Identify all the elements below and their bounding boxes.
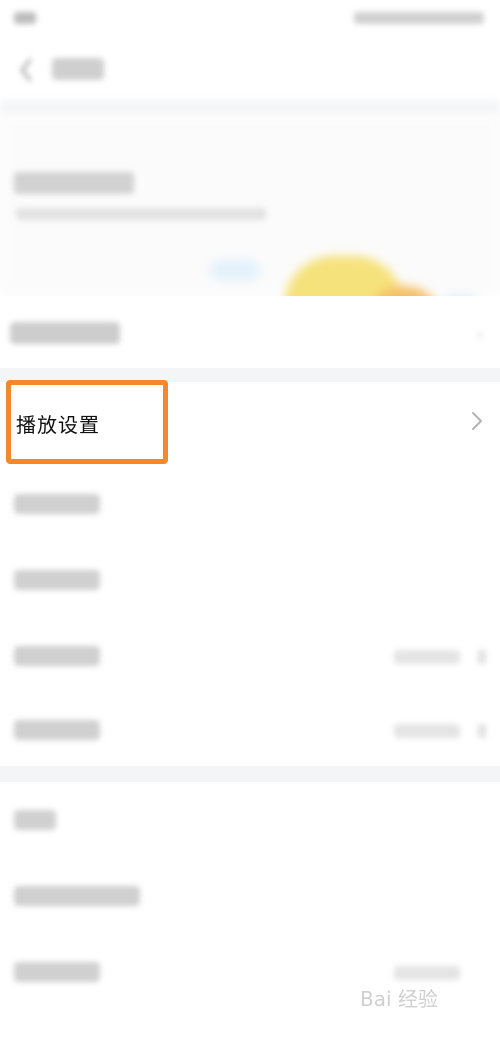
svg-text:Bai 经验: Bai 经验 bbox=[360, 987, 438, 1011]
chevron-right-icon bbox=[478, 650, 486, 664]
settings-row-value-placeholder bbox=[394, 724, 460, 738]
highlight-annotation-box bbox=[6, 380, 168, 464]
banner-title-placeholder bbox=[14, 172, 134, 194]
settings-row[interactable] bbox=[0, 542, 500, 618]
settings-row[interactable] bbox=[0, 858, 500, 934]
settings-row[interactable] bbox=[0, 692, 500, 768]
status-bar bbox=[0, 0, 500, 40]
baidu-jingyan-watermark: Bai 经验 bbox=[360, 982, 480, 1026]
promo-banner[interactable] bbox=[0, 116, 500, 366]
chevron-right-icon bbox=[478, 724, 486, 738]
banner-subtitle-placeholder bbox=[16, 208, 266, 220]
settings-row-label-placeholder bbox=[10, 322, 120, 344]
chevron-right-icon: › bbox=[476, 322, 484, 346]
settings-row-label-placeholder bbox=[14, 494, 100, 514]
settings-row-value-placeholder bbox=[394, 966, 460, 980]
cloud-icon bbox=[210, 260, 260, 280]
settings-row-value-placeholder bbox=[394, 650, 460, 664]
page-title-placeholder bbox=[52, 58, 104, 80]
chevron-right-icon bbox=[470, 410, 484, 432]
status-icons-placeholder bbox=[354, 12, 484, 24]
settings-row-label-placeholder bbox=[14, 570, 100, 590]
status-time-placeholder bbox=[14, 12, 36, 24]
settings-row-label-placeholder bbox=[14, 886, 140, 906]
settings-row[interactable] bbox=[0, 782, 500, 858]
settings-row[interactable] bbox=[0, 466, 500, 542]
settings-row-label-placeholder bbox=[14, 810, 56, 830]
settings-row[interactable] bbox=[0, 618, 500, 694]
settings-row-label-placeholder bbox=[14, 720, 100, 740]
settings-row-label-placeholder bbox=[14, 646, 100, 666]
settings-row-label-placeholder bbox=[14, 962, 100, 982]
back-arrow-icon[interactable] bbox=[16, 56, 38, 84]
section-divider bbox=[0, 100, 500, 116]
section-divider bbox=[0, 766, 500, 782]
